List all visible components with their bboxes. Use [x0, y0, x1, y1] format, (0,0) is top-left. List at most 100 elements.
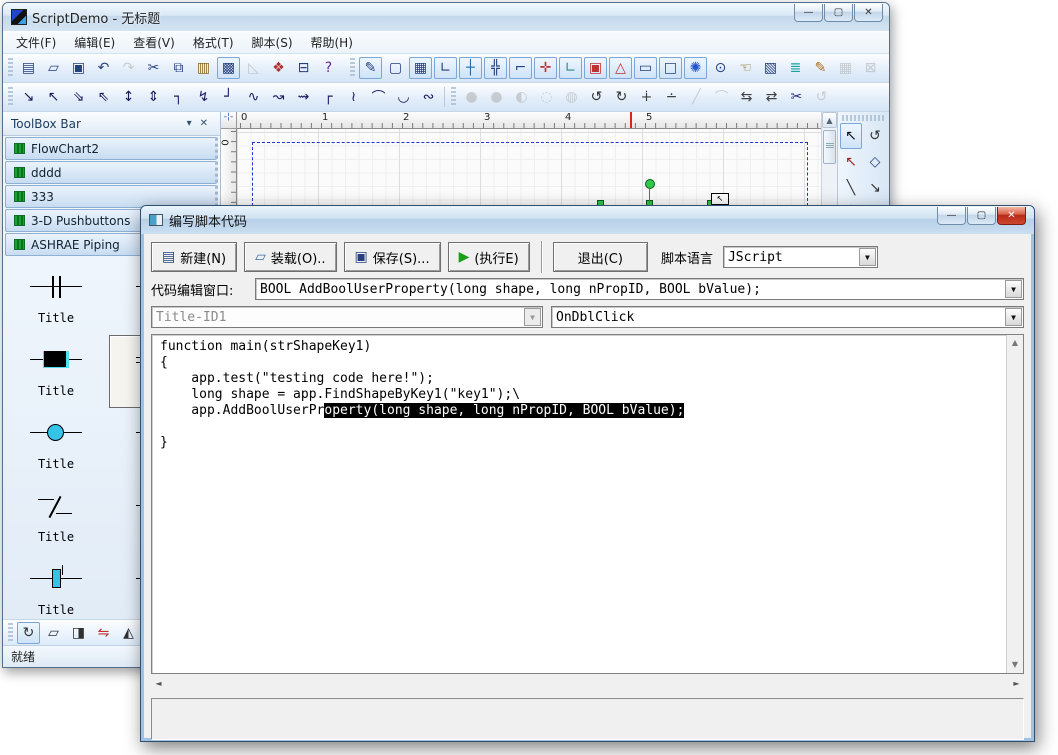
- straight-segment-icon[interactable]: ╱: [685, 86, 708, 108]
- rotate-select-icon[interactable]: ↺: [864, 123, 886, 149]
- toolbox-group[interactable]: dddd: [5, 161, 218, 184]
- line-tool-icon[interactable]: ╲: [840, 175, 862, 201]
- link-down-icon[interactable]: ↘: [17, 86, 40, 108]
- combine-icon[interactable]: ●: [485, 86, 508, 108]
- run-script-button[interactable]: ▶ (执行E): [448, 242, 530, 272]
- dialog-titlebar[interactable]: 编写脚本代码 — ▢ ✕: [141, 206, 1034, 234]
- main-titlebar[interactable]: ScriptDemo - 无标题 — ▢ ✕: [3, 3, 889, 31]
- shear-tool-icon[interactable]: ▱: [42, 622, 65, 644]
- copy-icon[interactable]: ⧉: [167, 57, 190, 79]
- chevron-down-icon[interactable]: ▼: [1005, 308, 1022, 326]
- pipe-valve-shape[interactable]: Title: [3, 554, 109, 619]
- union-icon[interactable]: ●: [460, 86, 483, 108]
- link-vertical-icon[interactable]: ↕: [117, 86, 140, 108]
- zigzag-link-icon[interactable]: ↯: [192, 86, 215, 108]
- pipe-z-shape[interactable]: Title: [3, 481, 109, 554]
- toolbar-grip[interactable]: [842, 115, 885, 121]
- dialog-minimize-button[interactable]: —: [937, 207, 966, 225]
- menu-item[interactable]: 查看(V): [124, 31, 184, 54]
- snap-corner-icon[interactable]: ⌐: [509, 57, 532, 79]
- save-icon[interactable]: ▣: [67, 57, 90, 79]
- undo-icon[interactable]: ↶: [92, 57, 115, 79]
- arrow-line-icon[interactable]: ↘: [864, 175, 886, 201]
- toolbox-group[interactable]: FlowChart2: [5, 137, 218, 160]
- arc-down-link-icon[interactable]: ◡: [392, 86, 415, 108]
- scroll-up-icon[interactable]: ▲: [822, 112, 837, 128]
- spline-link-icon[interactable]: ≀: [342, 86, 365, 108]
- snap-flower-icon[interactable]: ✺: [684, 57, 707, 79]
- node-edit-icon[interactable]: ◇: [864, 149, 886, 175]
- menu-item[interactable]: 脚本(S): [243, 31, 302, 54]
- save-script-button[interactable]: ▣ 保存(S)...: [344, 242, 441, 272]
- scroll-left-icon[interactable]: ◄: [151, 676, 166, 691]
- redo-icon[interactable]: ↷: [117, 57, 140, 79]
- pipe-circle-shape[interactable]: Title: [3, 408, 109, 481]
- curve-link-icon[interactable]: ↝: [267, 86, 290, 108]
- toolbar-grip[interactable]: [8, 87, 13, 107]
- close-button[interactable]: ✕: [854, 4, 883, 22]
- pipe-capacitor-shape[interactable]: Title: [3, 262, 109, 335]
- minimize-button[interactable]: —: [794, 4, 823, 22]
- curve-segment-icon[interactable]: ⌒: [710, 86, 733, 108]
- mirror-angle-icon[interactable]: ◭: [117, 622, 140, 644]
- color-palette-icon[interactable]: ❖: [267, 57, 290, 79]
- selected-shape[interactable]: ↖: [711, 193, 729, 205]
- chevron-down-icon[interactable]: ▼: [859, 248, 876, 266]
- cut-icon[interactable]: ✂: [142, 57, 165, 79]
- toolbox-collapse-icon[interactable]: ▾: [183, 118, 196, 129]
- print-icon[interactable]: ⊟: [292, 57, 315, 79]
- pick-box-icon[interactable]: ▭: [634, 57, 657, 79]
- multi-select-icon[interactable]: ↖: [840, 149, 862, 175]
- pattern-grid-icon[interactable]: ▦: [834, 57, 857, 79]
- space-horizontal-icon[interactable]: ⇆: [735, 86, 758, 108]
- menu-item[interactable]: 文件(F): [7, 31, 65, 54]
- menu-item[interactable]: 格式(T): [184, 31, 243, 54]
- fragment-icon[interactable]: ◍: [560, 86, 583, 108]
- color-pencil-icon[interactable]: ✎: [809, 57, 832, 79]
- editor-vertical-scrollbar[interactable]: ▲ ▼: [1006, 335, 1023, 673]
- rotate-left-icon[interactable]: ↺: [585, 86, 608, 108]
- flip-tool-icon[interactable]: ◨: [67, 622, 90, 644]
- arc-link-icon[interactable]: ⌒: [367, 86, 390, 108]
- scroll-down-icon[interactable]: ▼: [1007, 657, 1023, 673]
- scrollbar-thumb[interactable]: [823, 130, 836, 164]
- toolbar-grip[interactable]: [350, 58, 355, 78]
- menu-item[interactable]: 帮助(H): [302, 31, 362, 54]
- reshape-rotate-icon[interactable]: ↻: [610, 86, 633, 108]
- shape-size-icon[interactable]: ⊠: [859, 57, 882, 79]
- frame-box-icon[interactable]: □: [659, 57, 682, 79]
- corner-link-icon[interactable]: ┌: [317, 86, 340, 108]
- arrow-link-up-icon[interactable]: ⇖: [92, 86, 115, 108]
- add-node-icon[interactable]: ∔: [635, 86, 658, 108]
- guide-lines-icon[interactable]: ┼: [459, 57, 482, 79]
- insert-picture-icon[interactable]: ▩: [217, 57, 240, 79]
- open-folder-icon[interactable]: ▱: [42, 57, 65, 79]
- new-script-button[interactable]: ▤ 新建(N): [151, 242, 237, 272]
- arrow-link-vertical-icon[interactable]: ⇕: [142, 86, 165, 108]
- trim-scissors-icon[interactable]: ✂: [785, 86, 808, 108]
- delete-node-icon[interactable]: ∸: [660, 86, 683, 108]
- toolbar-grip[interactable]: [451, 87, 456, 107]
- step-link-icon[interactable]: ┐: [167, 86, 190, 108]
- polyline-select-icon[interactable]: ∟: [434, 57, 457, 79]
- exit-button[interactable]: 退出(C): [553, 242, 648, 272]
- draft-ruler-icon[interactable]: ✎: [359, 57, 382, 79]
- dialog-maximize-button[interactable]: ▢: [967, 207, 996, 225]
- scroll-up-icon[interactable]: ▲: [1007, 335, 1023, 351]
- code-editor[interactable]: function main(strShapeKey1){ app.test("t…: [152, 335, 1006, 673]
- freeform-icon[interactable]: ↺: [810, 86, 833, 108]
- curve-arrow-link-icon[interactable]: ⇝: [292, 86, 315, 108]
- scroll-right-icon[interactable]: ►: [1009, 676, 1024, 691]
- subtract-icon[interactable]: ◐: [510, 86, 533, 108]
- snap-points-icon[interactable]: ✛: [534, 57, 557, 79]
- wave-link-icon[interactable]: ∿: [242, 86, 265, 108]
- select-arrow-icon[interactable]: ↖: [840, 123, 862, 149]
- s-curve-link-icon[interactable]: ∾: [417, 86, 440, 108]
- toolbar-grip[interactable]: [8, 623, 13, 643]
- shape-select[interactable]: Title-ID1 ▼: [151, 306, 543, 328]
- script-language-select[interactable]: JScript ▼: [723, 246, 878, 268]
- arrow-link-down-icon[interactable]: ⇘: [67, 86, 90, 108]
- page-frame-icon[interactable]: ╬: [484, 57, 507, 79]
- ruler-icon[interactable]: ◺: [242, 57, 265, 79]
- connect-corner-icon[interactable]: ∟: [559, 57, 582, 79]
